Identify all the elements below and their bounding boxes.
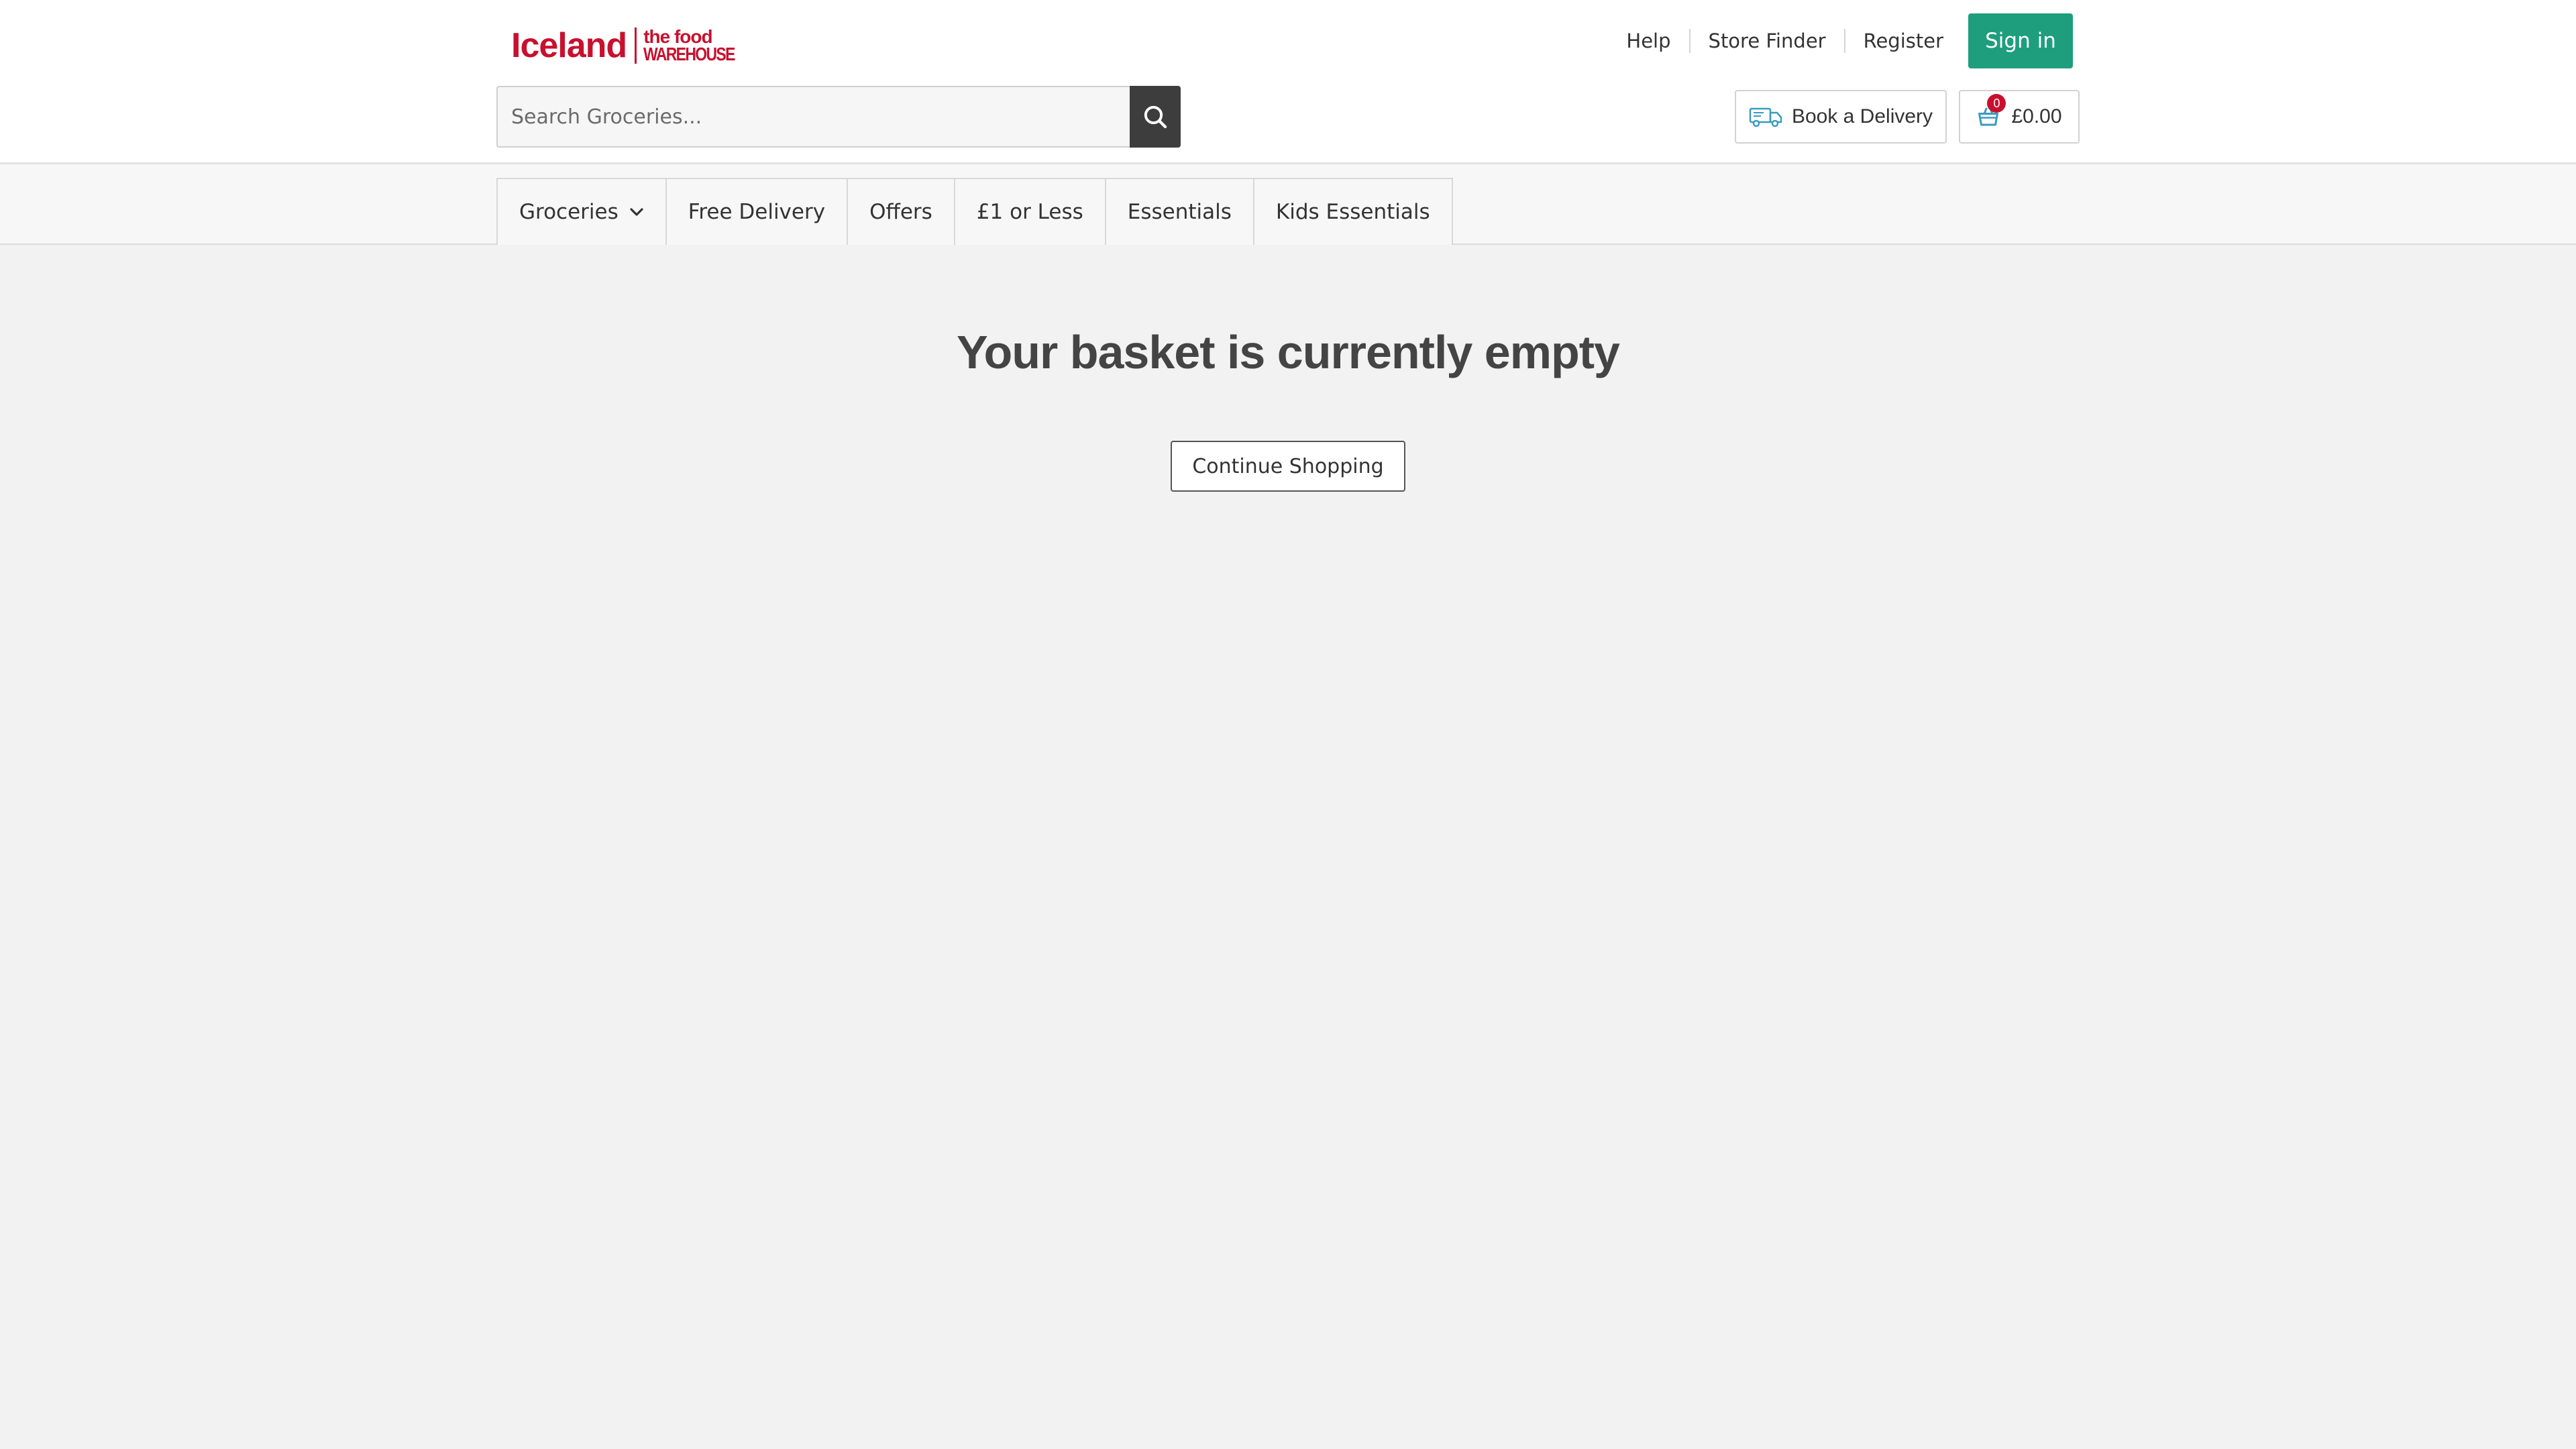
nav-item-kids-essentials[interactable]: Kids Essentials	[1254, 178, 1453, 245]
logo-subbrand: the food WAREHOUSE	[643, 28, 755, 64]
utility-links: Help Store Finder Register Sign in	[1608, 13, 2073, 68]
iceland-logo[interactable]: Iceland the food WAREHOUSE	[511, 25, 755, 66]
nav-item-offers[interactable]: Offers	[848, 178, 955, 245]
nav-item-label: £1 or Less	[976, 200, 1083, 224]
logo-divider	[635, 28, 637, 64]
search-bar	[496, 86, 1181, 148]
site-header: Iceland the food WAREHOUSE Help Store Fi…	[0, 0, 2576, 164]
search-input[interactable]	[496, 86, 1130, 148]
continue-shopping-button[interactable]: Continue Shopping	[1171, 441, 1405, 492]
nav-item-label: Offers	[869, 200, 932, 224]
basket-page-content: Your basket is currently empty Continue …	[0, 246, 2576, 1449]
basket-button[interactable]: 0 £0.00	[1959, 90, 2080, 144]
nav-item-label: Essentials	[1127, 200, 1232, 224]
nav-item-label: Kids Essentials	[1275, 200, 1430, 224]
basket-icon-wrap: 0	[1976, 94, 2006, 129]
nav-item-groceries[interactable]: Groceries	[498, 178, 667, 245]
main-navigation: Groceries Free Delivery Offers £1 or Les…	[0, 164, 2576, 245]
basket-count-badge: 0	[1987, 94, 2006, 113]
help-link[interactable]: Help	[1608, 29, 1690, 53]
nav-item-free-delivery[interactable]: Free Delivery	[666, 178, 849, 245]
nav-item-label: Free Delivery	[688, 200, 826, 224]
store-finder-link[interactable]: Store Finder	[1690, 29, 1845, 53]
search-icon	[1144, 105, 1167, 129]
nav-list: Groceries Free Delivery Offers £1 or Les…	[496, 178, 1453, 245]
logo-brand-text: Iceland	[511, 26, 627, 65]
empty-basket-heading: Your basket is currently empty	[957, 326, 1620, 378]
book-delivery-label: Book a Delivery	[1791, 105, 1933, 127]
nav-item-label: Groceries	[519, 200, 619, 224]
book-delivery-button[interactable]: Book a Delivery	[1735, 90, 1947, 144]
basket-total: £0.00	[2011, 105, 2062, 127]
search-button[interactable]	[1130, 86, 1181, 148]
chevron-down-icon	[630, 208, 643, 216]
register-link[interactable]: Register	[1845, 29, 1962, 53]
delivery-van-icon	[1749, 107, 1782, 127]
nav-item-one-pound-or-less[interactable]: £1 or Less	[955, 178, 1106, 245]
sign-in-button[interactable]: Sign in	[1968, 13, 2073, 68]
nav-item-essentials[interactable]: Essentials	[1106, 178, 1254, 245]
logo-sub-bottom: WAREHOUSE	[643, 44, 735, 64]
